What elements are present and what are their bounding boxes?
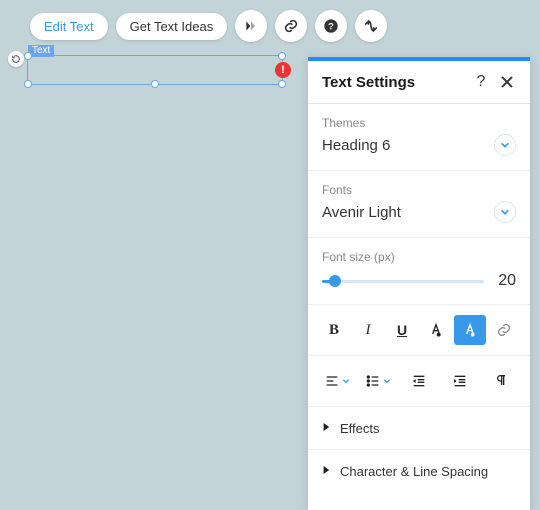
- help-icon[interactable]: ?: [315, 10, 347, 42]
- themes-label: Themes: [322, 116, 516, 130]
- panel-help-button[interactable]: ?: [472, 73, 490, 91]
- stretch-icon[interactable]: [355, 10, 387, 42]
- fontsize-value[interactable]: 20: [494, 272, 516, 290]
- fonts-label: Fonts: [322, 183, 516, 197]
- indent-increase-button[interactable]: [440, 366, 479, 396]
- edit-text-button[interactable]: Edit Text: [30, 13, 108, 40]
- get-text-ideas-button[interactable]: Get Text Ideas: [116, 13, 228, 40]
- text-link-button[interactable]: [488, 315, 520, 345]
- chevron-down-icon: [342, 372, 350, 390]
- list-button[interactable]: [359, 366, 398, 396]
- spacing-label: Character & Line Spacing: [340, 464, 488, 479]
- text-settings-panel: Text Settings ? Themes Heading 6 Fonts A…: [308, 57, 530, 510]
- spacing-expander[interactable]: Character & Line Spacing: [308, 450, 530, 492]
- fontsize-section: Font size (px) 20: [308, 238, 530, 305]
- indent-decrease-button[interactable]: [400, 366, 439, 396]
- underline-button[interactable]: U: [386, 315, 418, 345]
- animation-icon[interactable]: [235, 10, 267, 42]
- themes-expand-button[interactable]: [494, 134, 516, 156]
- format-row-1: B I U: [308, 305, 530, 356]
- svg-text:?: ?: [328, 21, 334, 31]
- slider-thumb[interactable]: [329, 275, 341, 287]
- panel-title: Text Settings: [322, 74, 464, 91]
- themes-section: Themes Heading 6: [308, 104, 530, 171]
- themes-value[interactable]: Heading 6: [322, 137, 494, 154]
- italic-button[interactable]: I: [352, 315, 384, 345]
- highlight-color-button[interactable]: [454, 315, 486, 345]
- reset-rotation-handle[interactable]: [8, 51, 24, 67]
- fonts-expand-button[interactable]: [494, 201, 516, 223]
- text-direction-button[interactable]: [481, 366, 520, 396]
- fontsize-label: Font size (px): [322, 250, 516, 264]
- triangle-right-icon: [322, 419, 330, 437]
- resize-handle-bl[interactable]: [24, 80, 32, 88]
- resize-handle-tr[interactable]: [278, 52, 286, 60]
- fonts-value[interactable]: Avenir Light: [322, 204, 494, 221]
- effects-label: Effects: [340, 421, 380, 436]
- text-color-button[interactable]: [420, 315, 452, 345]
- format-row-2: [308, 356, 530, 407]
- align-button[interactable]: [318, 366, 357, 396]
- link-icon[interactable]: [275, 10, 307, 42]
- slider-track: [322, 280, 484, 283]
- chevron-down-icon: [383, 372, 391, 390]
- selected-text-element[interactable]: Text !: [27, 55, 283, 85]
- triangle-right-icon: [322, 462, 330, 480]
- fonts-section: Fonts Avenir Light: [308, 171, 530, 238]
- resize-handle-tl[interactable]: [24, 52, 32, 60]
- panel-close-button[interactable]: [498, 73, 516, 91]
- fontsize-slider[interactable]: [322, 273, 484, 289]
- panel-header: Text Settings ?: [308, 61, 530, 104]
- resize-handle-b[interactable]: [151, 80, 159, 88]
- context-toolbar: Edit Text Get Text Ideas ?: [30, 10, 387, 42]
- effects-expander[interactable]: Effects: [308, 407, 530, 450]
- panel-body: Themes Heading 6 Fonts Avenir Light Font…: [308, 104, 530, 510]
- resize-handle-br[interactable]: [278, 80, 286, 88]
- bold-button[interactable]: B: [318, 315, 350, 345]
- error-badge-icon[interactable]: !: [275, 62, 291, 78]
